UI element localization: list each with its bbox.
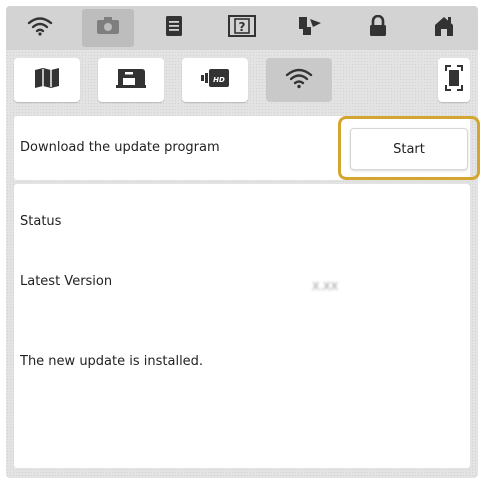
tab-document[interactable]	[148, 9, 200, 47]
settings-screen: ? HD Download the update program Start S…	[6, 6, 480, 478]
tab-wifi[interactable]	[14, 9, 66, 47]
tab-lock[interactable]	[352, 9, 404, 47]
sewing-machine-icon	[115, 67, 147, 93]
wifi-icon	[27, 16, 53, 40]
tab-help[interactable]: ?	[216, 9, 268, 47]
svg-text:HD: HD	[213, 76, 225, 84]
top-toolbar: ?	[6, 6, 478, 50]
screen-capture-button[interactable]	[438, 58, 470, 102]
status-label: Status	[20, 214, 62, 229]
status-panel: Status Latest Version The new update is …	[14, 184, 470, 468]
wifi-icon	[285, 67, 313, 93]
wifi-settings-button[interactable]	[266, 58, 332, 102]
book-icon	[33, 67, 61, 93]
machine-icon	[297, 15, 323, 41]
sewing-machine-button[interactable]	[98, 58, 164, 102]
lock-icon	[368, 14, 388, 41]
svg-text:?: ?	[239, 20, 246, 34]
tab-camera[interactable]	[82, 9, 134, 47]
help-icon: ?	[228, 15, 256, 41]
tab-home[interactable]	[418, 9, 470, 47]
update-message: The new update is installed.	[20, 354, 204, 369]
document-icon	[165, 15, 183, 41]
tab-machine[interactable]	[284, 9, 336, 47]
home-icon	[433, 15, 455, 41]
latest-version-label: Latest Version	[20, 274, 113, 289]
video-button[interactable]: HD	[182, 58, 248, 102]
screen-capture-icon	[445, 65, 463, 95]
start-button[interactable]: Start	[350, 128, 468, 170]
download-label: Download the update program	[20, 140, 220, 155]
video-icon: HD	[199, 67, 231, 93]
camera-icon	[96, 17, 120, 39]
book-button[interactable]	[14, 58, 80, 102]
latest-version-value: X.XX	[312, 280, 339, 293]
